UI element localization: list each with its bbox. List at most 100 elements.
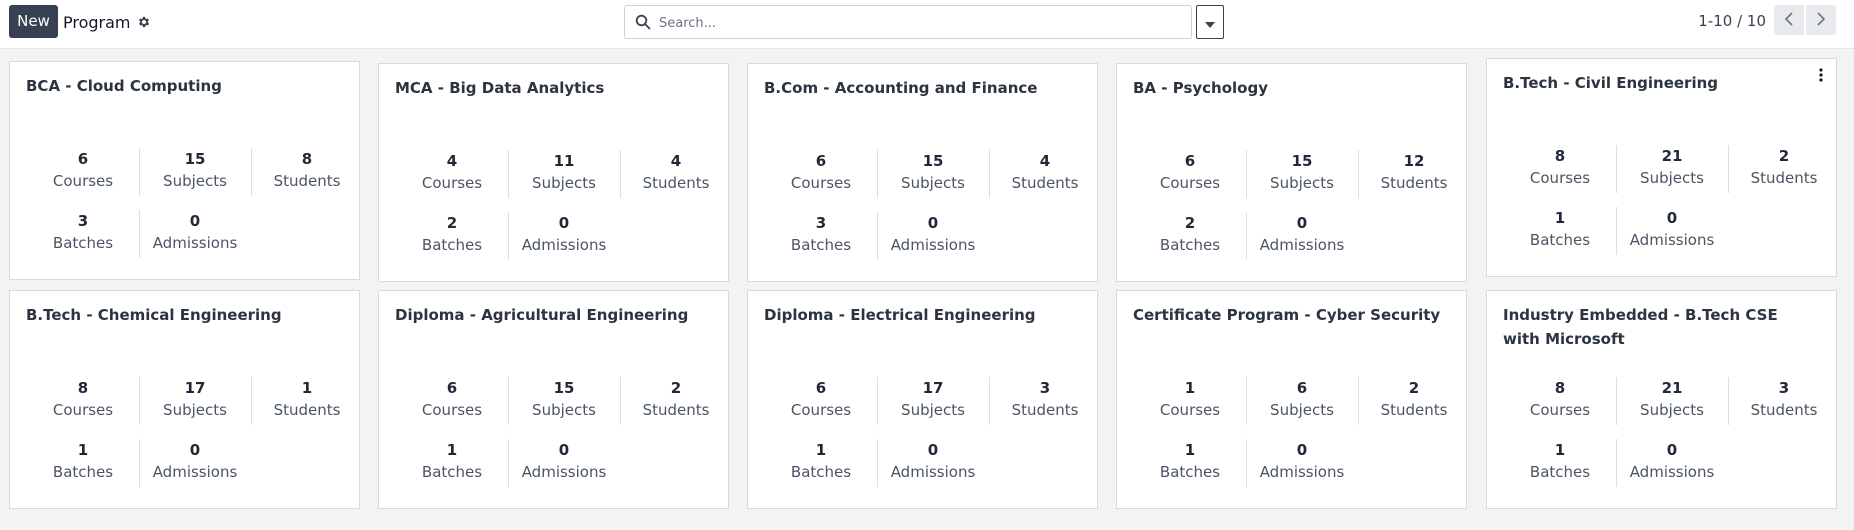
stat-admissions: 0 Admissions	[877, 439, 989, 487]
program-card[interactable]: Diploma - Electrical Engineering 6 Course…	[747, 290, 1098, 509]
stat-subjects: 6 Subjects	[1246, 377, 1359, 425]
stat-admissions: 0 Admissions	[1246, 212, 1358, 260]
program-card[interactable]: B.Com - Accounting and Finance 6 Courses …	[747, 63, 1098, 282]
stat-value: 1	[1184, 379, 1196, 397]
stat-value: 0	[558, 441, 570, 459]
stat-label: Students	[1011, 174, 1079, 192]
stat-students: 3 Students	[1728, 377, 1840, 425]
stat-label: Courses	[421, 401, 483, 419]
stat-value: 0	[189, 212, 201, 230]
stat-value: 8	[1554, 147, 1566, 165]
stat-label: Admissions	[521, 236, 607, 254]
stat-courses: 6 Courses	[396, 377, 509, 425]
stat-label: Batches	[1529, 231, 1591, 249]
stat-value: 3	[1778, 379, 1790, 397]
search-input[interactable]	[657, 10, 1161, 36]
program-card[interactable]: BCA - Cloud Computing 6 Courses 15 Subject…	[9, 61, 360, 280]
stat-value: 1	[815, 441, 827, 459]
chevron-right-icon	[1816, 11, 1826, 29]
stat-students: 4 Students	[620, 150, 732, 198]
gear-icon[interactable]	[137, 15, 151, 29]
stat-admissions: 0 Admissions	[1246, 439, 1358, 487]
program-title: B.Tech - Civil Engineering	[1503, 74, 1719, 92]
program-card[interactable]: Industry Embedded - B.Tech CSE with Micr…	[1486, 290, 1837, 509]
program-card[interactable]: BA - Psychology 6 Courses 15 Subjects 12 St…	[1116, 63, 1467, 282]
stat-label: Batches	[421, 236, 483, 254]
stat-batches: 1 Batches	[1504, 439, 1617, 487]
stat-label: Admissions	[152, 463, 238, 481]
stat-subjects: 15 Subjects	[139, 148, 252, 196]
stat-value: 2	[1184, 214, 1196, 232]
pager-next-button[interactable]	[1806, 5, 1836, 35]
pager-value[interactable]: 1-10 / 10	[1690, 10, 1766, 32]
stat-label: Subjects	[1640, 401, 1704, 419]
stat-courses: 8 Courses	[27, 377, 140, 425]
stat-batches: 1 Batches	[765, 439, 878, 487]
stat-label: Batches	[1529, 463, 1591, 481]
stat-label: Subjects	[532, 174, 596, 192]
stat-value: 0	[1666, 209, 1678, 227]
search-bar	[624, 5, 1192, 39]
stat-label: Subjects	[163, 401, 227, 419]
stat-admissions: 0 Admissions	[1616, 439, 1728, 487]
stat-label: Students	[1011, 401, 1079, 419]
program-title: B.Com - Accounting and Finance	[764, 79, 1038, 97]
stat-admissions: 0 Admissions	[1616, 207, 1728, 255]
stat-value: 15	[922, 152, 944, 170]
stat-value: 1	[77, 441, 89, 459]
new-button[interactable]: New	[9, 5, 58, 38]
stat-value: 1	[446, 441, 458, 459]
stat-label: Admissions	[1259, 236, 1345, 254]
stat-value: 4	[446, 152, 458, 170]
stat-students: 3 Students	[989, 377, 1101, 425]
stat-value: 0	[927, 214, 939, 232]
stat-students: 8 Students	[251, 148, 363, 196]
pager-previous-button[interactable]	[1774, 5, 1804, 35]
stat-value: 11	[553, 152, 575, 170]
stat-label: Students	[1750, 401, 1818, 419]
stat-label: Students	[642, 401, 710, 419]
stat-subjects: 15 Subjects	[1246, 150, 1359, 198]
program-title: Industry Embedded - B.Tech CSE with Micr…	[1503, 306, 1778, 348]
stat-value: 3	[1039, 379, 1051, 397]
search-options-toggle[interactable]	[1196, 5, 1224, 39]
program-title: MCA - Big Data Analytics	[395, 79, 605, 97]
stat-label: Subjects	[1270, 401, 1334, 419]
stat-value: 3	[815, 214, 827, 232]
stat-label: Students	[642, 174, 710, 192]
stat-value: 6	[815, 152, 827, 170]
stat-value: 21	[1661, 147, 1683, 165]
program-title: BA - Psychology	[1133, 79, 1268, 97]
stat-value: 0	[1296, 441, 1308, 459]
stat-label: Courses	[1159, 401, 1221, 419]
program-card[interactable]: B.Tech - Civil Engineering 8 Courses 21 Su…	[1486, 58, 1837, 277]
program-title: BCA - Cloud Computing	[26, 77, 222, 95]
stat-courses: 6 Courses	[27, 148, 140, 196]
program-card[interactable]: Diploma - Agricultural Engineering 6 Cour…	[378, 290, 729, 509]
stat-label: Students	[1750, 169, 1818, 187]
stat-label: Courses	[1529, 401, 1591, 419]
vertical-ellipsis-icon[interactable]	[1815, 65, 1827, 85]
program-card[interactable]: B.Tech - Chemical Engineering 8 Courses 1…	[9, 290, 360, 509]
program-card[interactable]: Certificate Program - Cyber Security 1 Co…	[1116, 290, 1467, 509]
program-title: Certificate Program - Cyber Security	[1133, 306, 1441, 324]
stat-value: 1	[301, 379, 313, 397]
stat-label: Admissions	[1629, 463, 1715, 481]
stat-label: Batches	[1159, 463, 1221, 481]
stat-batches: 2 Batches	[396, 212, 509, 260]
program-card[interactable]: MCA - Big Data Analytics 4 Courses 11 Subj…	[378, 63, 729, 282]
stat-value: 3	[77, 212, 89, 230]
stat-batches: 1 Batches	[1504, 207, 1617, 255]
stat-label: Batches	[52, 463, 114, 481]
stat-admissions: 0 Admissions	[139, 210, 251, 258]
stat-students: 2 Students	[1728, 145, 1840, 193]
stat-courses: 4 Courses	[396, 150, 509, 198]
stat-admissions: 0 Admissions	[139, 439, 251, 487]
stat-value: 2	[1408, 379, 1420, 397]
stat-value: 4	[1039, 152, 1051, 170]
breadcrumb-title[interactable]: Program	[63, 13, 131, 32]
program-title: Diploma - Agricultural Engineering	[395, 306, 689, 324]
stat-subjects: 21 Subjects	[1616, 377, 1729, 425]
stat-value: 12	[1403, 152, 1425, 170]
stat-subjects: 17 Subjects	[139, 377, 252, 425]
